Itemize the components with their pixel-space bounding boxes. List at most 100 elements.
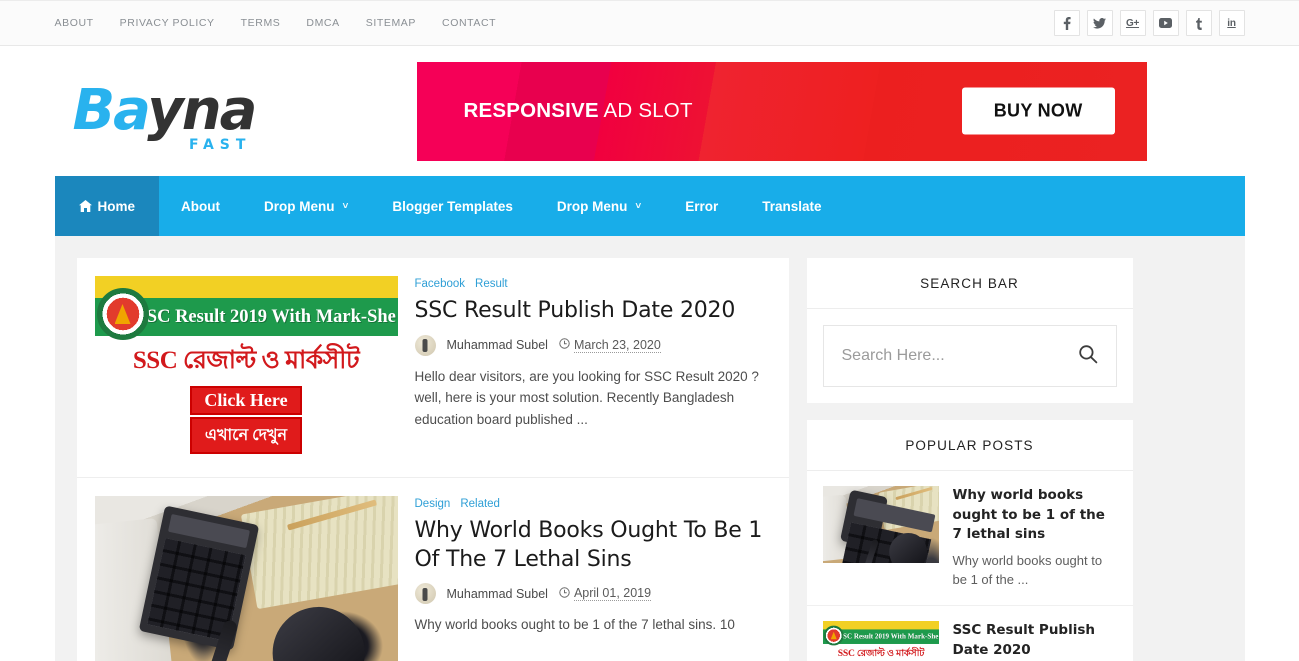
popular-post-title[interactable]: SSC Result Publish Date 2020 bbox=[953, 621, 1117, 660]
site-logo[interactable]: Bayna FAST bbox=[55, 83, 417, 153]
post-snippet: Hello dear visitors, are you looking for… bbox=[414, 368, 759, 428]
linkedin-icon[interactable]: in bbox=[1218, 10, 1245, 36]
clock-icon bbox=[559, 586, 570, 601]
post-title[interactable]: SSC Result Publish Date 2020 bbox=[415, 297, 771, 326]
top-nav: ABOUT PRIVACY POLICY TERMS DMCA SITEMAP … bbox=[55, 17, 497, 29]
ad-banner-strong: RESPONSIVE bbox=[463, 99, 599, 122]
search-box[interactable] bbox=[822, 325, 1117, 387]
post-author: Muhammad Subel bbox=[446, 586, 548, 601]
buy-now-button[interactable]: BUY NOW bbox=[961, 87, 1115, 135]
post-labels: Design Related bbox=[415, 498, 771, 510]
post-meta: Muhammad Subel April 01, 2019 bbox=[414, 583, 771, 605]
popular-posts-widget: POPULAR POSTS Why world books ought to b… bbox=[806, 420, 1133, 661]
nav-item-drop-menu-2-label: Drop Menu bbox=[556, 198, 628, 214]
desk-photo-image bbox=[822, 486, 939, 563]
popular-post-thumbnail[interactable]: SSC Result 2019 With Mark-She SSC রেজাল্… bbox=[822, 621, 939, 661]
ssc-result-banner-image: SSC Result 2019 With Mark-She SSC রেজাল্… bbox=[94, 276, 398, 459]
top-nav-item-dmca[interactable]: DMCA bbox=[306, 17, 339, 29]
nav-item-translate[interactable]: Translate bbox=[740, 176, 843, 236]
tumblr-icon[interactable] bbox=[1185, 10, 1212, 36]
clock-icon bbox=[559, 338, 570, 352]
post-list: SSC Result 2019 With Mark-She SSC রেজাল্… bbox=[76, 258, 789, 661]
popular-post-snippet: Why world books ought to be 1 of the ... bbox=[952, 552, 1103, 588]
calculator-shape bbox=[839, 489, 888, 549]
top-bar: ABOUT PRIVACY POLICY TERMS DMCA SITEMAP … bbox=[0, 0, 1299, 46]
post-author: Muhammad Subel bbox=[446, 338, 548, 353]
chevron-down-icon: ˅ bbox=[342, 200, 349, 212]
logo-part-1: Ba bbox=[72, 78, 150, 143]
education-board-seal-icon bbox=[823, 625, 844, 646]
popular-post-title[interactable]: Why world books ought to be 1 of the 7 l… bbox=[953, 486, 1117, 545]
post-title[interactable]: Why World Books Ought To Be 1 Of The 7 L… bbox=[415, 517, 771, 574]
avatar bbox=[414, 334, 436, 356]
popular-posts-header: POPULAR POSTS bbox=[806, 420, 1133, 471]
post-label-facebook[interactable]: Facebook bbox=[415, 278, 466, 290]
post-item[interactable]: Design Related Why World Books Ought To … bbox=[77, 478, 789, 661]
nav-item-home[interactable]: Home bbox=[54, 176, 160, 236]
logo-tagline: FAST bbox=[188, 137, 252, 153]
popular-post-item[interactable]: SSC Result 2019 With Mark-She SSC রেজাল্… bbox=[807, 606, 1133, 661]
nav-item-drop-menu-2[interactable]: Drop Menu ˅ bbox=[535, 176, 663, 236]
top-nav-item-terms[interactable]: TERMS bbox=[241, 17, 281, 29]
top-nav-item-privacy-policy[interactable]: PRIVACY POLICY bbox=[120, 17, 215, 29]
post-thumbnail[interactable]: SSC Result 2019 With Mark-She SSC রেজাল্… bbox=[94, 276, 398, 459]
nav-item-drop-menu-1[interactable]: Drop Menu ˅ bbox=[242, 176, 370, 236]
nav-item-error-label: Error bbox=[685, 198, 719, 214]
nav-item-blogger-templates[interactable]: Blogger Templates bbox=[370, 176, 535, 236]
chevron-down-icon: ˅ bbox=[635, 200, 642, 212]
ad-banner-text: RESPONSIVE AD SLOT bbox=[464, 99, 693, 123]
main-nav: Home About Drop Menu ˅ Blogger Templates… bbox=[0, 176, 1299, 236]
post-label-related[interactable]: Related bbox=[460, 498, 500, 510]
desk-photo-image bbox=[94, 496, 398, 661]
google-plus-icon[interactable]: G+ bbox=[1119, 10, 1146, 36]
search-icon[interactable] bbox=[1078, 344, 1098, 369]
logo-part-2: yna bbox=[147, 78, 257, 143]
post-date-text: April 01, 2019 bbox=[573, 586, 652, 602]
post-label-design[interactable]: Design bbox=[415, 498, 451, 510]
post-meta: Muhammad Subel March 23, 2020 bbox=[414, 334, 771, 356]
nav-item-about[interactable]: About bbox=[159, 176, 242, 236]
nav-item-translate-label: Translate bbox=[762, 198, 822, 214]
search-input[interactable] bbox=[841, 347, 1078, 365]
popular-post-item[interactable]: Why world books ought to be 1 of the 7 l… bbox=[806, 471, 1133, 607]
mouse-shape bbox=[263, 598, 372, 661]
popular-post-thumbnail[interactable] bbox=[822, 486, 939, 563]
post-item[interactable]: SSC Result 2019 With Mark-She SSC রেজাল্… bbox=[76, 258, 789, 478]
search-widget-header: SEARCH BAR bbox=[806, 258, 1133, 309]
post-labels: Facebook Result bbox=[415, 278, 771, 290]
nav-item-home-label: Home bbox=[97, 198, 136, 214]
post-date-text: March 23, 2020 bbox=[573, 337, 661, 353]
ad-banner-rest: AD SLOT bbox=[598, 99, 693, 122]
banner-headline: SSC Result 2019 With Mark-She bbox=[838, 632, 938, 641]
banner-bengali-title: SSC রেজাল্ট ও মার্কসীট bbox=[837, 648, 924, 659]
top-nav-item-contact[interactable]: CONTACT bbox=[442, 17, 496, 29]
sidebar: SEARCH BAR POPULAR POSTS bbox=[806, 258, 1133, 661]
ad-banner[interactable]: RESPONSIVE AD SLOT BUY NOW bbox=[416, 61, 1147, 161]
banner-click-here-button: Click Here bbox=[190, 386, 302, 415]
search-widget-title: SEARCH BAR bbox=[920, 276, 1019, 291]
nav-item-blogger-templates-label: Blogger Templates bbox=[392, 198, 513, 214]
notebook-shape bbox=[240, 496, 398, 610]
post-thumbnail[interactable] bbox=[94, 496, 398, 661]
banner-headline: SSC Result 2019 With Mark-She bbox=[136, 306, 396, 327]
site-header: Bayna FAST RESPONSIVE AD SLOT BUY NOW bbox=[0, 46, 1299, 176]
education-board-seal-icon bbox=[96, 288, 149, 340]
twitter-icon[interactable] bbox=[1086, 10, 1113, 36]
nav-item-drop-menu-1-label: Drop Menu bbox=[264, 198, 335, 214]
banner-bengali-title: SSC রেজাল্ট ও মার্কসীট bbox=[132, 347, 360, 374]
post-snippet: Why world books ought to be 1 of the 7 l… bbox=[414, 617, 735, 633]
ssc-result-banner-image: SSC Result 2019 With Mark-She SSC রেজাল্… bbox=[822, 621, 939, 661]
top-nav-item-about[interactable]: ABOUT bbox=[55, 17, 94, 29]
page-body: SSC Result 2019 With Mark-She SSC রেজাল্… bbox=[0, 236, 1299, 661]
search-widget: SEARCH BAR bbox=[806, 258, 1133, 403]
post-label-result[interactable]: Result bbox=[475, 278, 508, 290]
youtube-icon[interactable] bbox=[1152, 10, 1179, 36]
popular-posts-title: POPULAR POSTS bbox=[905, 438, 1034, 453]
avatar bbox=[414, 583, 436, 605]
facebook-icon[interactable] bbox=[1053, 10, 1080, 36]
nav-item-about-label: About bbox=[181, 198, 220, 214]
top-nav-item-sitemap[interactable]: SITEMAP bbox=[366, 17, 416, 29]
nav-item-error[interactable]: Error bbox=[663, 176, 740, 236]
banner-bengali-button: এখানে দেখুন bbox=[190, 417, 302, 454]
post-date: April 01, 2019 bbox=[559, 586, 652, 602]
